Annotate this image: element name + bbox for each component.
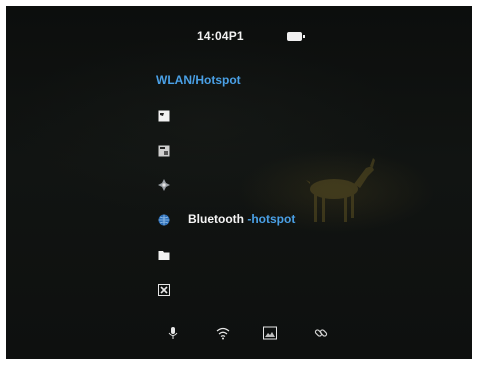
folder-icon[interactable]	[158, 249, 170, 261]
link-icon[interactable]	[314, 326, 328, 340]
clock: 14:04P1	[197, 29, 244, 43]
viewfinder-screen: 14:04P1 WLAN/Hotspot Bluetooth -hotspot	[6, 6, 472, 359]
image-mode-icon[interactable]	[263, 326, 277, 340]
deer-silhouette	[306, 158, 375, 222]
bluetooth-label: Bluetooth	[188, 212, 244, 226]
menu-title: WLAN/Hotspot	[156, 73, 241, 87]
gallery-icon[interactable]	[158, 145, 170, 157]
battery-icon	[287, 32, 305, 41]
status-bar: 14:04P1	[6, 28, 472, 48]
wifi-icon[interactable]	[216, 326, 230, 340]
globe-icon[interactable]	[158, 214, 170, 226]
photo-icon[interactable]	[158, 110, 170, 122]
microphone-icon[interactable]	[166, 326, 180, 340]
close-icon[interactable]	[158, 284, 170, 296]
crosshair-icon[interactable]	[158, 179, 170, 191]
bluetooth-hotspot-label[interactable]: Bluetooth -hotspot	[188, 212, 295, 226]
hotspot-suffix: -hotspot	[244, 212, 296, 226]
